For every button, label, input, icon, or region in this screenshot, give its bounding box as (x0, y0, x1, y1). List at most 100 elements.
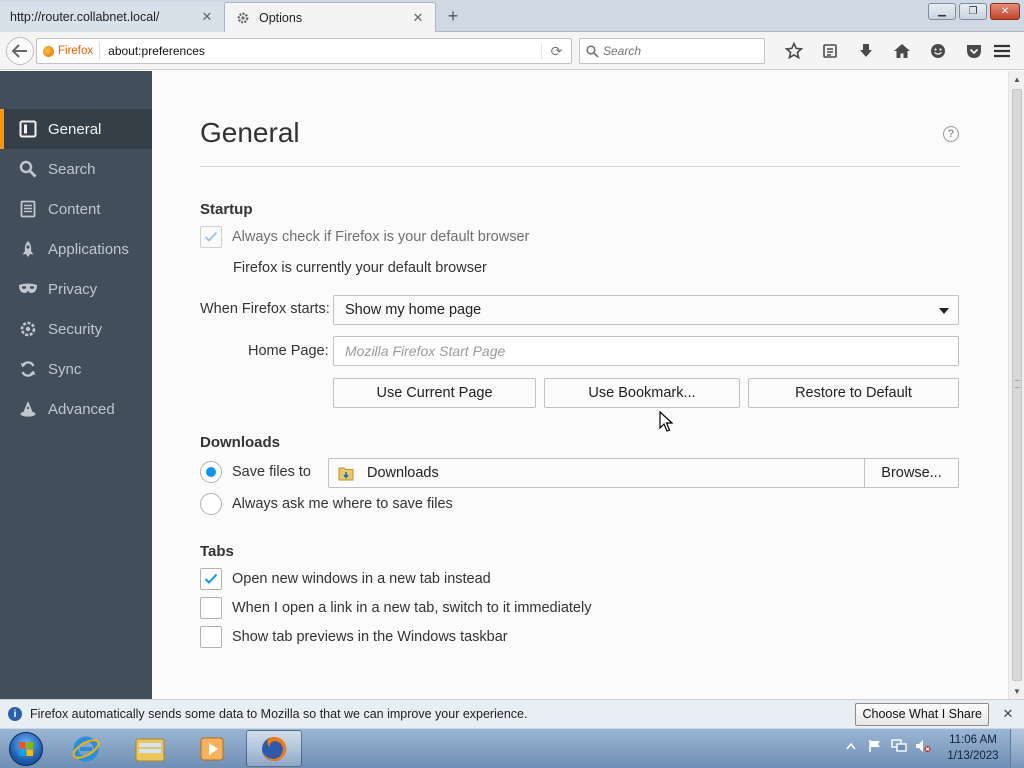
default-browser-status: Firefox is currently your default browse… (233, 260, 487, 276)
tab-previews-label: Show tab previews in the Windows taskbar (232, 629, 508, 645)
sidebar-item-applications[interactable]: Applications (0, 229, 152, 269)
sidebar-item-sync[interactable]: Sync (0, 349, 152, 389)
close-window-button[interactable]: ✕ (990, 3, 1020, 20)
categories-sidebar: General Search Content Applications Priv… (0, 71, 152, 699)
choose-what-i-share-button[interactable]: Choose What I Share (855, 702, 989, 726)
notification-text: Firefox automatically sends some data to… (30, 707, 528, 721)
show-desktop-button[interactable] (1010, 729, 1024, 768)
file-explorer-icon[interactable] (122, 730, 178, 767)
sidebar-item-label: Advanced (48, 400, 115, 418)
home-icon[interactable] (884, 41, 920, 61)
tab-title: Options (259, 10, 303, 25)
back-arrow-icon (12, 44, 27, 58)
sidebar-item-label: General (48, 120, 102, 138)
minimize-button[interactable]: ▁ (928, 3, 956, 20)
sidebar-item-label: Security (48, 320, 103, 338)
url-text[interactable]: about:preferences (100, 44, 541, 58)
search-icon (18, 159, 38, 179)
startup-heading: Startup (200, 201, 253, 218)
tab-previews-checkbox[interactable] (200, 626, 222, 648)
when-starts-select[interactable]: Show my home page (333, 295, 959, 325)
sidebar-item-security[interactable]: Security (0, 309, 152, 349)
open-new-windows-label: Open new windows in a new tab instead (232, 571, 491, 587)
sidebar-item-general[interactable]: General (0, 109, 152, 149)
reload-icon[interactable]: ⟳ (541, 42, 571, 60)
save-files-radio[interactable] (200, 461, 222, 483)
close-tab-icon[interactable]: ✕ (411, 10, 425, 26)
header-divider (200, 166, 960, 167)
sidebar-item-privacy[interactable]: Privacy (0, 269, 152, 309)
tab-title: http://router.collabnet.local/ (10, 10, 160, 24)
preferences-pane: General ? Startup Always check if Firefo… (152, 71, 1008, 699)
data-reporting-notification: i Firefox automatically sends some data … (0, 699, 1024, 728)
sidebar-item-advanced[interactable]: Advanced (0, 389, 152, 429)
volume-muted-icon[interactable] (914, 737, 932, 755)
tab-router[interactable]: http://router.collabnet.local/ ✕ (0, 2, 224, 32)
url-bar[interactable]: Firefox about:preferences ⟳ (36, 38, 572, 64)
sync-icon (18, 359, 38, 379)
sidebar-item-content[interactable]: Content (0, 189, 152, 229)
page-title: General (200, 117, 300, 148)
info-icon: i (8, 707, 22, 721)
sidebar-item-label: Privacy (48, 280, 98, 298)
firefox-icon (43, 45, 54, 57)
hello-chat-icon[interactable] (920, 41, 956, 61)
scroll-down-arrow-icon[interactable]: ▼ (1009, 683, 1024, 699)
menu-hamburger-icon[interactable] (988, 41, 1016, 61)
scroll-up-arrow-icon[interactable]: ▲ (1009, 71, 1024, 87)
default-browser-checkbox[interactable] (200, 226, 222, 248)
download-icon[interactable] (848, 41, 884, 61)
advanced-wizard-icon (18, 399, 38, 419)
tab-options[interactable]: Options ✕ (224, 2, 436, 32)
use-bookmark-button[interactable]: Use Bookmark... (544, 378, 740, 408)
internet-explorer-icon[interactable] (58, 730, 114, 767)
action-center-flag-icon[interactable] (866, 737, 884, 755)
always-ask-radio[interactable] (200, 493, 222, 515)
firefox-icon[interactable] (246, 730, 302, 767)
media-player-icon[interactable] (184, 730, 240, 767)
taskbar-clock[interactable]: 11:06 AM 1/13/2023 (942, 732, 1004, 764)
use-current-page-button[interactable]: Use Current Page (333, 378, 536, 408)
back-button[interactable] (6, 37, 34, 65)
content-icon (18, 199, 38, 219)
save-files-label: Save files to (232, 464, 311, 480)
dropdown-arrow-icon (939, 308, 949, 314)
switch-to-tab-checkbox[interactable] (200, 597, 222, 619)
network-icon[interactable] (890, 737, 908, 755)
restore-button[interactable]: ❐ (959, 3, 987, 20)
site-identity[interactable]: Firefox (37, 42, 101, 60)
sidebar-item-label: Search (48, 160, 96, 178)
switch-to-tab-label: When I open a link in a new tab, switch … (232, 600, 592, 616)
when-starts-label: When Firefox starts: (200, 301, 330, 317)
new-tab-button[interactable]: + (442, 5, 464, 27)
search-input[interactable] (603, 44, 753, 58)
when-starts-value: Show my home page (345, 302, 482, 318)
gear-icon (235, 10, 251, 26)
search-bar[interactable] (579, 38, 765, 64)
reading-list-icon[interactable] (812, 41, 848, 61)
pocket-icon[interactable] (956, 41, 992, 61)
search-icon (586, 44, 599, 58)
default-browser-label: Always check if Firefox is your default … (232, 229, 530, 245)
download-folder-name: Downloads (367, 465, 439, 481)
bookmark-star-icon[interactable] (776, 41, 812, 61)
vertical-scrollbar[interactable]: ▲ ▼ (1008, 71, 1024, 699)
restore-default-button[interactable]: Restore to Default (748, 378, 959, 408)
applications-icon (18, 239, 38, 259)
help-icon[interactable]: ? (943, 126, 959, 142)
scrollbar-thumb[interactable] (1012, 89, 1022, 681)
browse-button[interactable]: Browse... (864, 458, 959, 488)
open-new-windows-checkbox[interactable] (200, 568, 222, 590)
security-lock-icon (18, 319, 38, 339)
system-tray (842, 737, 932, 755)
sidebar-item-label: Applications (48, 240, 129, 258)
start-button[interactable] (4, 730, 48, 768)
download-folder-field: Downloads (328, 458, 865, 488)
navigation-toolbar: Firefox about:preferences ⟳ (0, 32, 1024, 70)
close-tab-icon[interactable]: ✕ (200, 9, 214, 25)
sidebar-item-label: Content (48, 200, 101, 218)
close-icon[interactable]: ✕ (1001, 706, 1015, 722)
show-hidden-icons-arrow-icon[interactable] (842, 737, 860, 755)
sidebar-item-search[interactable]: Search (0, 149, 152, 189)
home-page-input[interactable] (333, 336, 959, 366)
